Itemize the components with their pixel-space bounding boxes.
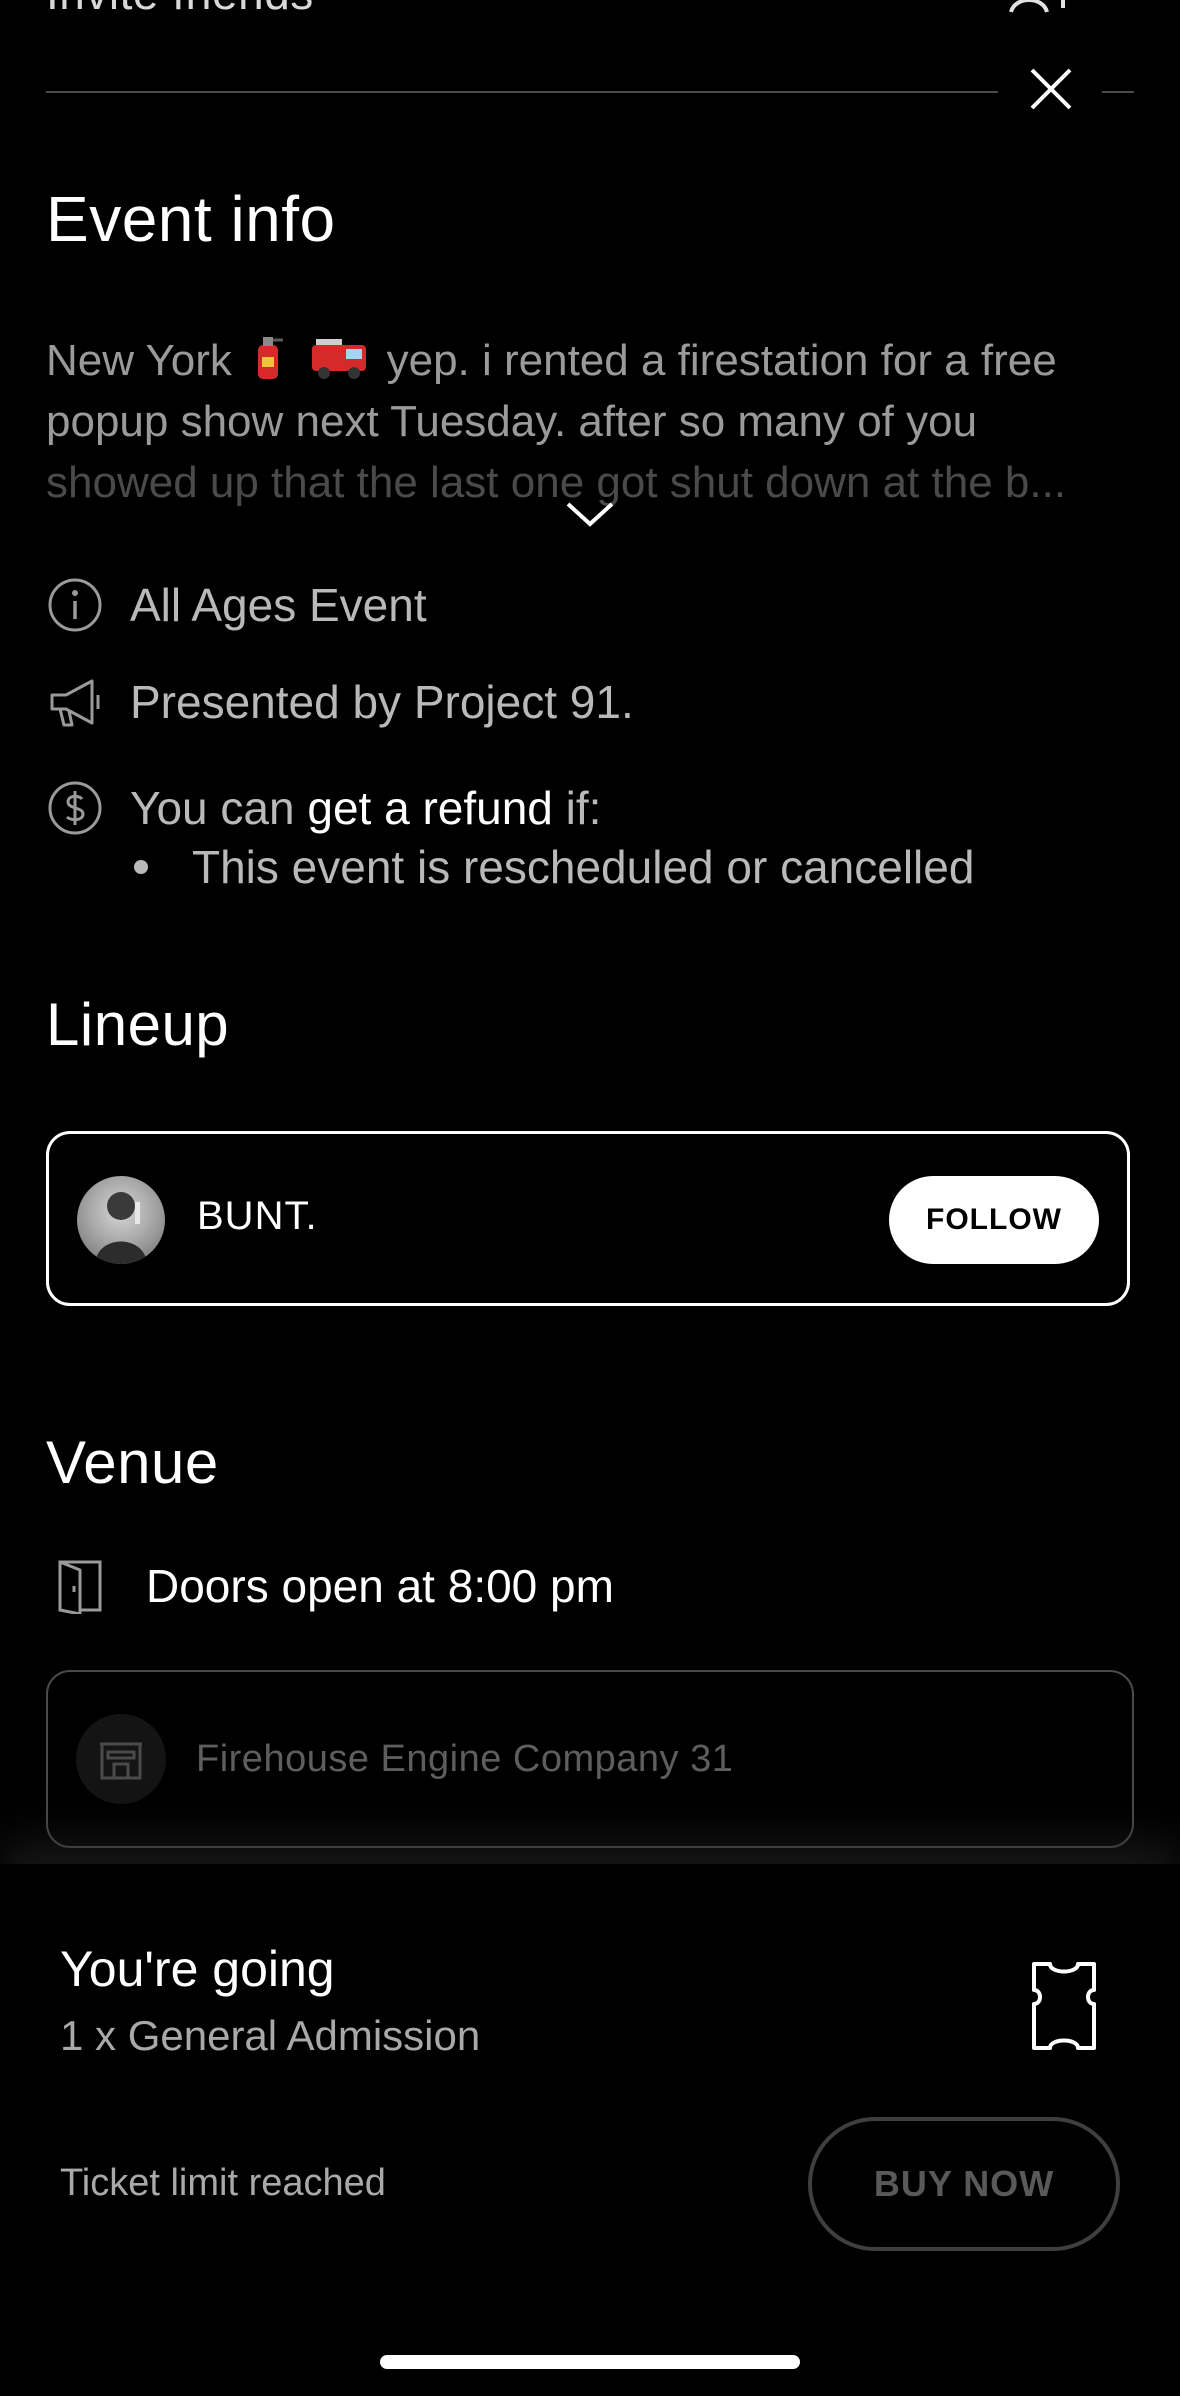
fire-engine-emoji xyxy=(310,335,368,381)
venue-icon-container xyxy=(76,1714,166,1804)
refund-row: You can get a refund if: xyxy=(46,779,601,837)
refund-emphasis: get a refund xyxy=(307,782,553,834)
bullet-icon xyxy=(134,860,148,874)
refund-suffix: if: xyxy=(565,782,602,834)
event-info-heading: Event info xyxy=(46,183,336,255)
description-line: New York xyxy=(46,336,232,385)
divider xyxy=(1102,91,1134,93)
refund-prefix: You can xyxy=(130,782,295,834)
ticket-limit-text: Ticket limit reached xyxy=(60,2162,386,2204)
person-add-icon[interactable] xyxy=(1005,0,1095,24)
building-icon xyxy=(100,1742,142,1780)
going-status: You're going xyxy=(60,1941,335,1997)
fire-extinguisher-emoji xyxy=(250,335,286,381)
invite-friends-title: Invite friends xyxy=(46,0,314,20)
close-button[interactable] xyxy=(1020,58,1082,120)
artist-card[interactable]: BUNT. FOLLOW xyxy=(46,1131,1130,1306)
ticket-detail: 1 x General Admission xyxy=(60,2012,481,2059)
refund-condition: This event is rescheduled or cancelled xyxy=(192,841,975,893)
lineup-heading: Lineup xyxy=(46,991,230,1058)
artist-name: BUNT. xyxy=(197,1194,318,1238)
door-icon xyxy=(58,1558,104,1616)
venue-heading: Venue xyxy=(46,1429,219,1496)
doors-row: Doors open at 8:00 pm xyxy=(58,1558,614,1616)
artist-avatar xyxy=(77,1176,165,1264)
description-line: popup show next Tuesday. after so many o… xyxy=(46,397,978,446)
event-description[interactable]: New York yep. i rented a firestation for… xyxy=(46,330,1136,513)
venue-card[interactable]: Firehouse Engine Company 31 xyxy=(46,1670,1134,1848)
megaphone-icon xyxy=(46,673,104,731)
age-restriction-row: All Ages Event xyxy=(46,576,427,634)
chevron-down-icon xyxy=(566,502,614,527)
ticket-icon[interactable] xyxy=(1028,1960,1100,2052)
divider xyxy=(46,91,998,93)
follow-button[interactable]: FOLLOW xyxy=(889,1176,1099,1264)
presenter-label: Presented by Project 91. xyxy=(130,676,634,728)
age-label: All Ages Event xyxy=(130,579,427,631)
home-indicator[interactable] xyxy=(380,2355,800,2369)
refund-condition-item: This event is rescheduled or cancelled xyxy=(130,840,974,894)
dollar-icon xyxy=(46,779,104,837)
venue-name: Firehouse Engine Company 31 xyxy=(196,1738,734,1780)
description-line: yep. i rented a firestation for a free xyxy=(386,336,1057,385)
expand-description-button[interactable] xyxy=(560,494,620,534)
info-icon xyxy=(46,576,104,634)
presenter-row: Presented by Project 91. xyxy=(46,673,634,731)
close-icon xyxy=(1030,68,1072,110)
doors-label: Doors open at 8:00 pm xyxy=(146,1560,614,1612)
buy-now-button[interactable]: BUY NOW xyxy=(808,2117,1120,2251)
